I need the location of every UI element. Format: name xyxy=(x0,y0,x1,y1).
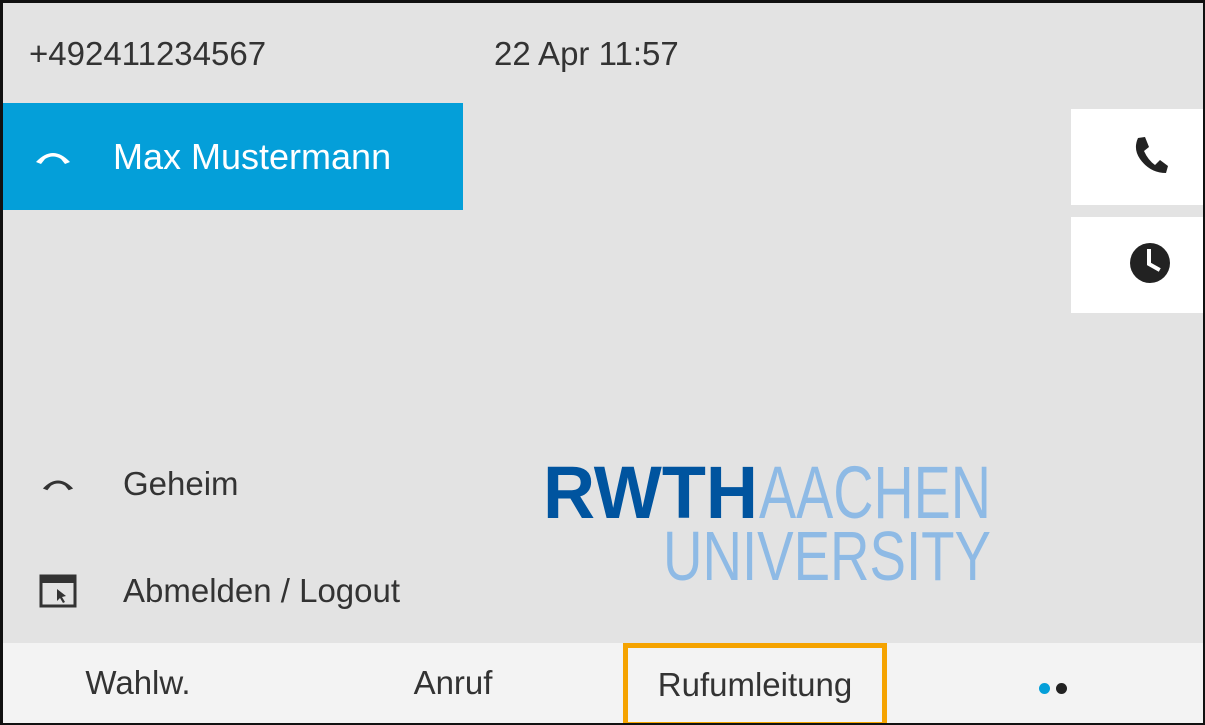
phone-icon xyxy=(1106,135,1168,180)
recents-button[interactable] xyxy=(1071,217,1203,313)
line-geheim[interactable]: Geheim xyxy=(3,444,483,524)
softkey-forward[interactable]: Rufumleitung xyxy=(623,643,887,723)
logout-service[interactable]: Abmelden / Logout xyxy=(3,551,483,631)
phone-screen: +492411234567 22 Apr 11:57 Max Musterman… xyxy=(3,3,1203,723)
date-time: 22 Apr 11:57 xyxy=(494,35,679,72)
logout-label: Abmelden / Logout xyxy=(123,572,401,609)
line-label: Max Mustermann xyxy=(113,135,392,177)
app-window-icon xyxy=(3,574,113,608)
own-phone-number: +492411234567 xyxy=(29,35,267,72)
page-dots-icon xyxy=(1036,664,1070,702)
handset-icon xyxy=(3,476,113,492)
logo-university: UNIVERSITY xyxy=(663,517,991,586)
handset-icon xyxy=(3,148,113,166)
softkey-redial[interactable]: Wahlw. xyxy=(33,643,243,723)
call-button[interactable] xyxy=(1071,109,1203,205)
softkey-more[interactable] xyxy=(1003,643,1103,723)
softkey-bar: Wahlw. Anruf Rufumleitung xyxy=(3,643,1203,723)
geheim-label: Geheim xyxy=(123,465,239,502)
rwth-logo: RWTH AACHEN UNIVERSITY xyxy=(543,451,993,595)
line-max-mustermann[interactable]: Max Mustermann xyxy=(3,103,463,210)
softkey-call[interactable]: Anruf xyxy=(348,643,558,723)
clock-icon xyxy=(1103,242,1171,289)
